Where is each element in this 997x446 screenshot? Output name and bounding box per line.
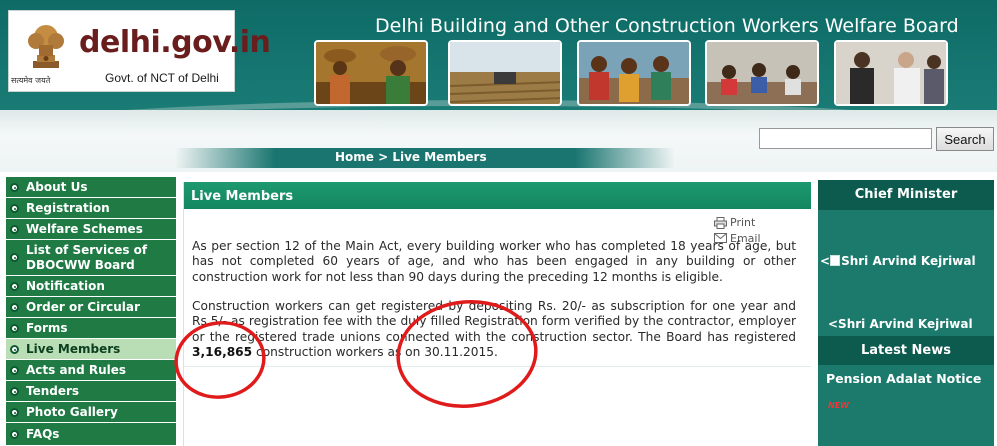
emblem-icon xyxy=(28,25,64,68)
site-title: Delhi Building and Other Construction Wo… xyxy=(375,15,959,37)
sidebar-item-tenders[interactable]: Tenders xyxy=(6,381,176,402)
site-logo[interactable]: delhi.gov.in सत्यमेव जयते Govt. of NCT o… xyxy=(8,10,271,92)
eligibility-paragraph: As per section 12 of the Main Act, every… xyxy=(192,239,796,284)
nav-bullet-icon xyxy=(10,282,19,291)
broken-image-icon xyxy=(830,255,841,266)
nav-bullet-icon xyxy=(10,345,19,354)
nav-bullet-icon xyxy=(10,430,19,439)
breadcrumb-bar: Home > Live Members xyxy=(0,148,997,168)
sidebar-item-list-of-services[interactable]: List of Services of DBOCWW Board xyxy=(6,240,176,276)
sidebar-item-label: Welfare Schemes xyxy=(26,222,143,236)
nav-bullet-icon xyxy=(10,183,19,192)
sidebar-item-label: Photo Gallery xyxy=(26,405,118,419)
chief-minister-photo-alt: Shri Arvind Kejriwal xyxy=(841,254,976,268)
nav-bullet-icon xyxy=(10,303,19,312)
news-item[interactable]: Pension Adalat Notice xyxy=(826,371,986,387)
page-title: Live Members xyxy=(191,189,294,204)
registration-date-text: construction workers as on 30.11.2015. xyxy=(252,344,498,359)
print-icon xyxy=(714,216,727,229)
print-label: Print xyxy=(730,216,756,229)
chief-minister-header: Chief Minister xyxy=(818,180,994,210)
right-panel: Chief Minister < Shri Arvind Kejriwal <Sh… xyxy=(818,180,994,446)
registration-paragraph: Construction workers can get registered … xyxy=(192,299,796,360)
registered-count: 3,16,865 xyxy=(192,344,253,359)
banner-photo-field xyxy=(448,40,562,106)
chief-minister-photo[interactable]: < Shri Arvind Kejriwal xyxy=(820,254,994,268)
breadcrumb[interactable]: Home > Live Members xyxy=(335,150,487,164)
banner-photo-women xyxy=(577,40,691,106)
sidebar-item-label: About Us xyxy=(26,180,88,194)
nav-bullet-icon xyxy=(10,204,19,213)
nav-bullet-icon xyxy=(10,253,19,262)
sidebar-item-label: Notification xyxy=(26,279,105,293)
registration-text: Construction workers can get registered … xyxy=(192,299,796,344)
sidebar-item-about-us[interactable]: About Us xyxy=(6,177,176,198)
nav-bullet-icon xyxy=(10,225,19,234)
banner-photo-officials xyxy=(834,40,948,106)
sidebar-item-forms[interactable]: Forms xyxy=(6,318,176,339)
chief-minister-link[interactable]: <Shri Arvind Kejriwal xyxy=(828,317,997,331)
search-input[interactable] xyxy=(759,128,932,149)
sidebar-item-faqs[interactable]: FAQs xyxy=(6,423,176,446)
logo-motto: सत्यमेव जयते xyxy=(11,76,51,85)
latest-news-header: Latest News xyxy=(818,336,994,365)
nav-bullet-icon xyxy=(10,366,19,375)
banner-photo-classroom xyxy=(705,40,819,106)
sidebar-item-acts-and-rules[interactable]: Acts and Rules xyxy=(6,360,176,381)
logo-subtitle: Govt. of NCT of Delhi xyxy=(105,71,219,85)
logo-text: delhi.gov.in xyxy=(79,25,271,60)
nav-bullet-icon xyxy=(10,324,19,333)
sidebar-item-label: Order or Circular xyxy=(26,300,140,314)
banner-photo-workers xyxy=(314,40,428,106)
sidebar-item-registration[interactable]: Registration xyxy=(6,198,176,219)
nav-bullet-icon xyxy=(10,387,19,396)
site-header: delhi.gov.in सत्यमेव जयते Govt. of NCT o… xyxy=(0,0,997,172)
sidebar-item-label: Forms xyxy=(26,321,68,335)
content-title-bar: Live Members xyxy=(184,182,811,209)
sidebar-item-order-or-circular[interactable]: Order or Circular xyxy=(6,297,176,318)
sidebar-item-live-members[interactable]: Live Members xyxy=(6,339,176,360)
sidebar-item-label: Tenders xyxy=(26,384,80,398)
content-divider xyxy=(184,366,811,367)
new-badge: NEW xyxy=(828,401,849,410)
sidebar-item-label: List of Services of DBOCWW Board xyxy=(26,243,148,272)
sidebar-item-welfare-schemes[interactable]: Welfare Schemes xyxy=(6,219,176,240)
nav-bullet-icon xyxy=(10,408,19,417)
sidebar-item-photo-gallery[interactable]: Photo Gallery xyxy=(6,402,176,423)
sidebar-item-label: Acts and Rules xyxy=(26,363,127,377)
sidebar-item-label: Live Members xyxy=(26,342,121,356)
sidebar-item-notification[interactable]: Notification xyxy=(6,276,176,297)
sidebar-nav: About Us Registration Welfare Schemes Li… xyxy=(6,177,176,446)
print-button[interactable]: Print xyxy=(714,216,755,229)
sidebar-item-label: Registration xyxy=(26,201,110,215)
main-content: Live Members Print Email As per section … xyxy=(183,182,811,446)
sidebar-item-label: FAQs xyxy=(26,427,60,441)
